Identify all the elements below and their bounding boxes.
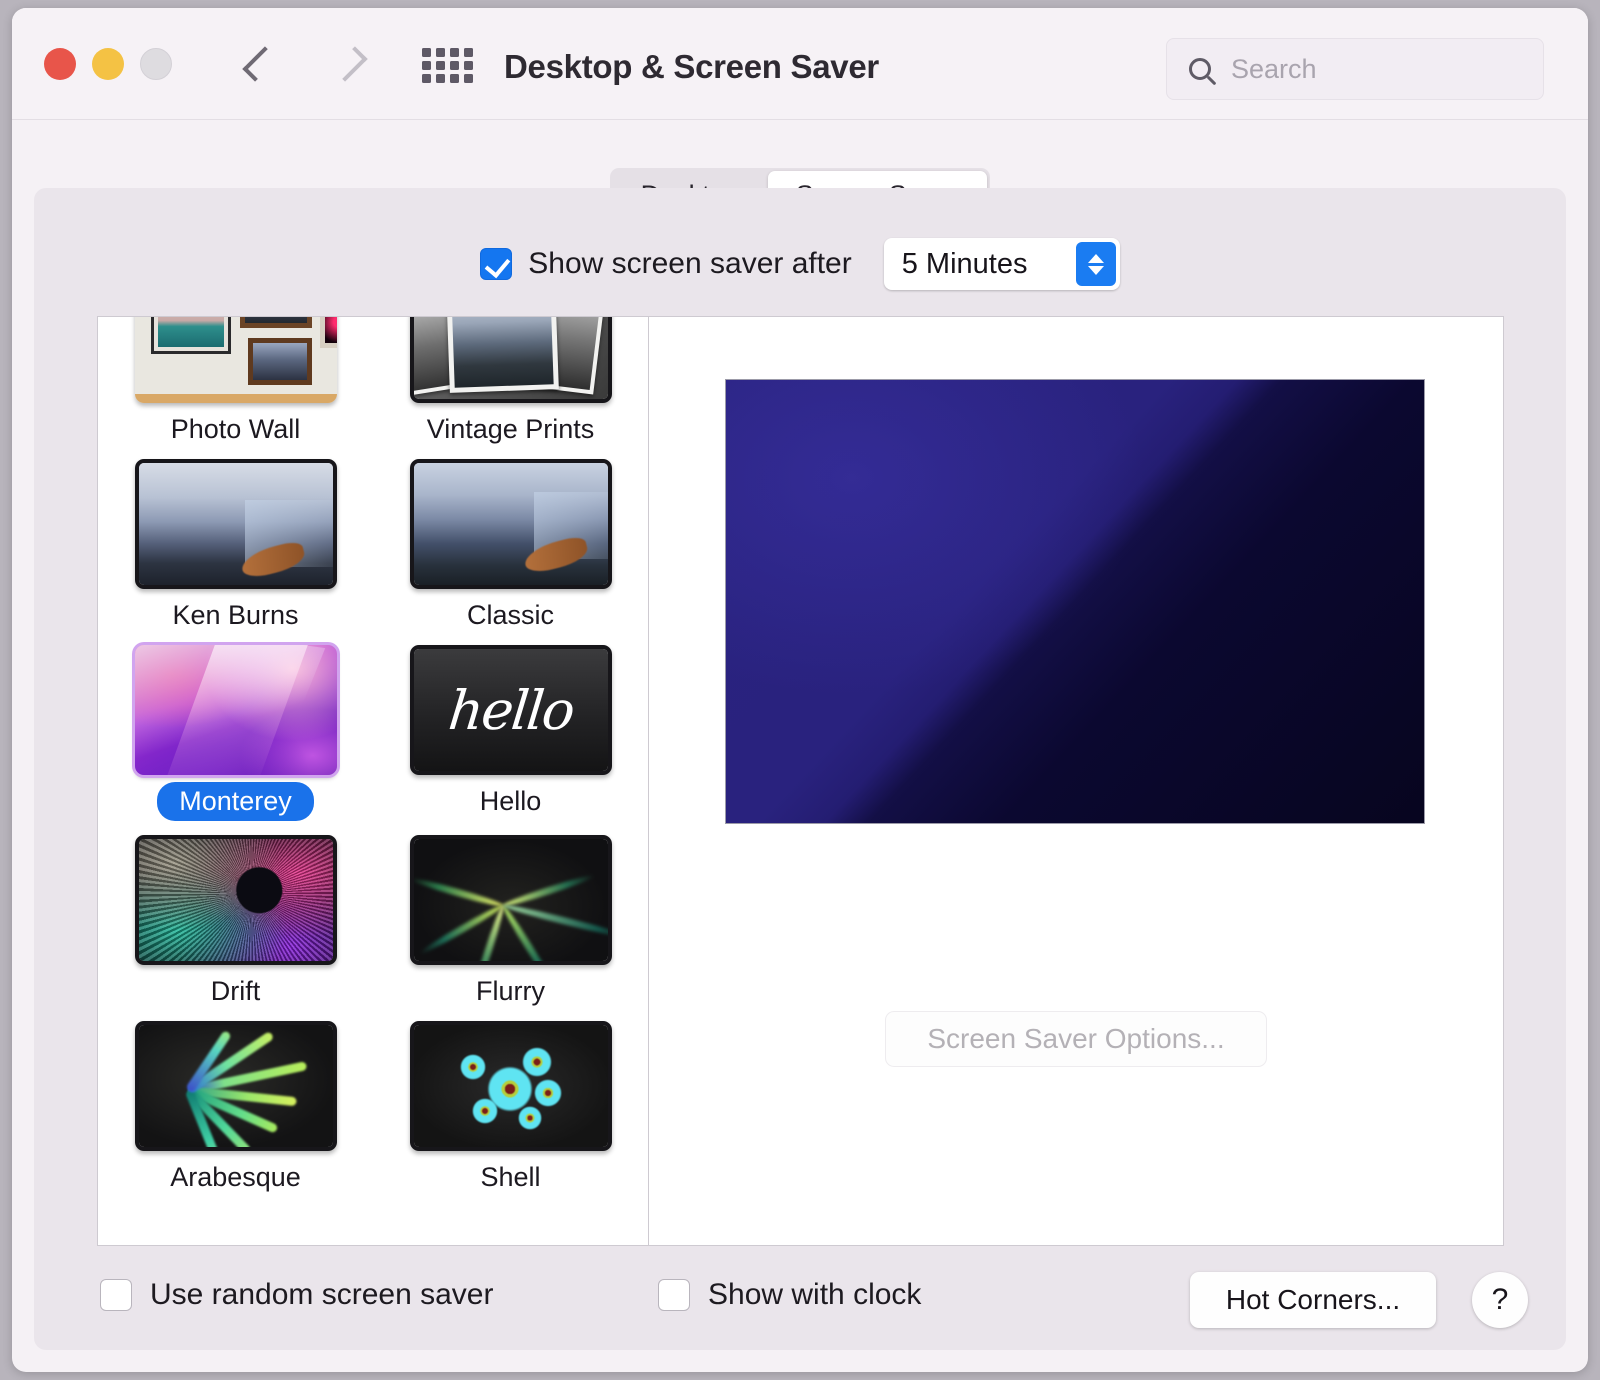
list-item-label: Classic — [466, 600, 554, 630]
thumbnail-ken-burns[interactable] — [134, 459, 337, 589]
panel-footer: Use random screen saver Show with clock … — [34, 1246, 1566, 1350]
list-item-label: Photo Wall — [170, 414, 301, 444]
idle-time-select[interactable]: 5 Minutes — [883, 238, 1120, 290]
show-with-clock-label: Show with clock — [708, 1278, 922, 1311]
search-icon — [1189, 58, 1211, 80]
thumbnail-photo-wall[interactable] — [134, 317, 337, 403]
screen-saver-panel: Show screen saver after 5 Minutes Photo … — [34, 188, 1566, 1350]
preview-pane: Screen Saver Options... — [648, 316, 1504, 1246]
hello-script-text: hello — [445, 678, 576, 742]
thumbnail-monterey[interactable] — [134, 645, 337, 775]
preview-monterey-render — [726, 380, 1424, 823]
list-item[interactable]: Shell — [373, 1013, 648, 1193]
chevron-right-icon — [332, 46, 368, 82]
window-titlebar: Desktop & Screen Saver — [12, 8, 1588, 120]
list-item[interactable]: Flurry — [373, 827, 648, 1007]
screen-saver-content: Photo Wall Vintage Prints Ken Burns Clas… — [97, 316, 1504, 1246]
back-button[interactable] — [234, 38, 286, 90]
thumbnail-arabesque[interactable] — [134, 1021, 337, 1151]
close-button[interactable] — [44, 48, 76, 80]
maximize-button[interactable] — [140, 48, 172, 80]
list-item[interactable]: Photo Wall — [98, 317, 373, 445]
thumbnail-vintage-prints[interactable] — [409, 317, 612, 403]
page-title: Desktop & Screen Saver — [504, 48, 879, 85]
ken-burns-art — [138, 463, 333, 585]
use-random-screen-saver-label: Use random screen saver — [150, 1278, 494, 1311]
monterey-art — [134, 645, 337, 775]
use-random-screen-saver-checkbox[interactable] — [100, 1279, 132, 1311]
stepper-up-down-icon[interactable] — [1075, 242, 1116, 286]
screen-saver-grid: Photo Wall Vintage Prints Ken Burns Clas… — [98, 317, 648, 1203]
thumbnail-drift[interactable] — [134, 835, 337, 965]
show-all-grid-icon[interactable] — [422, 48, 474, 83]
flurry-art — [413, 839, 608, 961]
stepper-up-arrow — [1087, 253, 1104, 263]
list-item-label: Shell — [480, 1162, 541, 1192]
search-input[interactable] — [1231, 53, 1585, 85]
help-button[interactable]: ? — [1472, 1272, 1528, 1328]
stepper-down-arrow — [1087, 265, 1104, 275]
list-item[interactable]: Ken Burns — [98, 451, 373, 631]
classic-art — [413, 463, 608, 585]
show-with-clock-checkbox[interactable] — [658, 1279, 690, 1311]
list-item-label: Ken Burns — [172, 600, 299, 630]
list-item-label-selected: Monterey — [157, 782, 314, 821]
search-field[interactable] — [1166, 38, 1585, 100]
list-item[interactable]: Monterey — [98, 637, 373, 821]
thumbnail-shell[interactable] — [409, 1021, 612, 1151]
list-item[interactable]: Arabesque — [98, 1013, 373, 1193]
preferences-window: Desktop & Screen Saver Desktop Screen Sa… — [12, 8, 1588, 1372]
list-item-label: Vintage Prints — [426, 414, 595, 444]
vintage-prints-art — [413, 317, 608, 399]
list-item-label: Arabesque — [170, 1162, 301, 1192]
use-random-screen-saver-row[interactable]: Use random screen saver — [100, 1278, 493, 1312]
idle-time-value: 5 Minutes — [901, 247, 1028, 280]
thumbnail-flurry[interactable] — [409, 835, 612, 965]
show-with-clock-row[interactable]: Show with clock — [658, 1278, 921, 1312]
thumbnail-classic[interactable] — [409, 459, 612, 589]
shell-art — [413, 1025, 608, 1147]
list-item[interactable]: Classic — [373, 451, 648, 631]
show-screen-saver-after-checkbox[interactable] — [480, 248, 513, 280]
list-item-label: Hello — [479, 786, 542, 816]
forward-button[interactable] — [324, 38, 376, 90]
show-screen-saver-after-label: Show screen saver after — [528, 247, 852, 280]
show-screen-saver-after-row: Show screen saver after 5 Minutes — [34, 238, 1566, 290]
list-item[interactable]: Vintage Prints — [373, 317, 648, 445]
arabesque-art — [138, 1025, 333, 1147]
screen-saver-list[interactable]: Photo Wall Vintage Prints Ken Burns Clas… — [97, 316, 648, 1246]
chevron-left-icon — [242, 46, 278, 82]
list-item[interactable]: hello Hello — [373, 637, 648, 821]
list-item[interactable]: Drift — [98, 827, 373, 1007]
photo-wall-art — [134, 317, 337, 403]
hot-corners-button[interactable]: Hot Corners... — [1190, 1272, 1436, 1328]
drift-art — [138, 839, 333, 961]
minimize-button[interactable] — [92, 48, 124, 80]
preview-frame — [725, 379, 1425, 824]
screen-saver-options-button[interactable]: Screen Saver Options... — [885, 1011, 1267, 1067]
photo-wall-shelf — [134, 394, 337, 403]
list-item-label: Flurry — [476, 976, 545, 1006]
hello-art: hello — [413, 649, 608, 771]
thumbnail-hello[interactable]: hello — [409, 645, 612, 775]
list-item-label: Drift — [210, 976, 261, 1006]
